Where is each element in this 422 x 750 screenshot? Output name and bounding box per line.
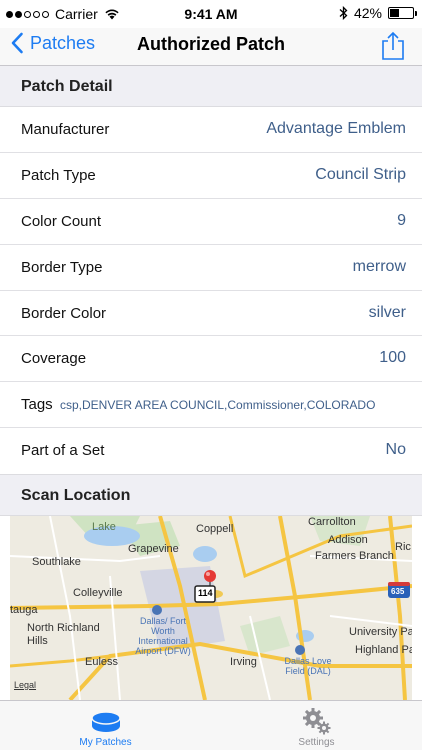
gear-icon <box>302 708 330 735</box>
map-label: University Pa <box>349 626 412 638</box>
tags-value: csp,DENVER AREA COUNCIL,Commissioner,COL… <box>60 398 376 413</box>
navigation-bar: Patches Authorized Patch <box>0 28 422 66</box>
tab-bar: My Patches Settings <box>0 700 422 750</box>
row-label: Patch Type <box>21 166 96 184</box>
share-icon[interactable] <box>380 31 406 61</box>
row-value: Advantage Emblem <box>266 120 406 137</box>
airport-icon <box>152 605 162 615</box>
airport-icon <box>295 645 305 655</box>
bluetooth-icon <box>339 6 348 20</box>
battery-fill <box>390 9 400 17</box>
row-patch-type: Patch Type Council Strip <box>0 153 422 199</box>
section-title: Patch Detail <box>21 78 113 95</box>
map-label: Southlake <box>32 556 81 568</box>
row-label: Part of a Set <box>21 442 105 460</box>
tab-settings[interactable]: Settings <box>211 701 422 750</box>
map-label-highway: 114 <box>198 588 213 598</box>
map-label: North Richland Hills <box>27 622 100 647</box>
row-label: Coverage <box>21 350 87 368</box>
section-header-patch-detail: Patch Detail <box>0 66 422 107</box>
row-tags: Tags csp,DENVER AREA COUNCIL,Commissione… <box>0 382 422 429</box>
section-header-scan-location: Scan Location <box>0 474 422 516</box>
row-value: silver <box>368 303 406 321</box>
status-bar: Carrier 9:41 AM 42% <box>0 0 422 28</box>
row-value: 9 <box>397 211 406 229</box>
section-title: Scan Location <box>21 487 131 504</box>
map-label: Coppell <box>196 523 234 535</box>
row-value: merrow <box>352 257 406 275</box>
battery-percent: 42% <box>353 5 382 21</box>
row-border-color: Border Color silver <box>0 291 422 337</box>
row-part-of-set: Part of a Set No <box>0 428 422 474</box>
tab-label: My Patches <box>79 737 132 748</box>
map-label: tauga <box>10 604 38 616</box>
map-label: Highland Pa <box>355 644 412 656</box>
page-title: Authorized Patch <box>136 34 285 54</box>
map-label-highway: 635 <box>391 587 405 596</box>
map-label: Farmers Branch <box>315 550 394 562</box>
map-label: Irving <box>230 656 257 668</box>
row-value: Council Strip <box>315 165 406 183</box>
tab-label: Settings <box>298 737 335 748</box>
map-label: Lake <box>92 521 116 533</box>
map-label: Euless <box>85 656 119 668</box>
tab-my-patches[interactable]: My Patches <box>0 701 211 750</box>
row-label: Manufacturer <box>21 121 110 138</box>
map-label: Carrollton <box>308 516 356 528</box>
row-label: Border Color <box>21 304 107 322</box>
scan-location-map[interactable]: Lake Carrollton Coppell Addison Southlak… <box>10 516 412 700</box>
row-value: No <box>385 441 406 459</box>
row-color-count: Color Count 9 <box>0 199 422 245</box>
status-right: 42% <box>339 5 417 21</box>
detail-list: Manufacturer Advantage Emblem Patch Type… <box>0 107 422 474</box>
row-coverage: Coverage 100 <box>0 336 422 383</box>
map-label: Ric <box>395 541 411 553</box>
row-border-type: Border Type merrow <box>0 245 422 291</box>
map-legal-link[interactable]: Legal <box>14 680 36 690</box>
row-label: Tags <box>21 396 53 414</box>
row-label: Color Count <box>21 212 102 230</box>
row-manufacturer: Manufacturer Advantage Emblem <box>0 107 422 153</box>
row-label: Border Type <box>21 258 103 276</box>
map-label: Grapevine <box>128 543 179 555</box>
row-value: 100 <box>379 349 406 367</box>
map-label: Addison <box>328 534 368 546</box>
map-label: Colleyville <box>73 587 123 599</box>
map-label-airport: Dallas Love Field (DAL) <box>284 656 332 676</box>
battery-icon <box>388 7 417 19</box>
patch-stack-icon <box>90 711 121 732</box>
map-label-airport: Dallas/ Fort Worth International Airport… <box>135 616 191 656</box>
